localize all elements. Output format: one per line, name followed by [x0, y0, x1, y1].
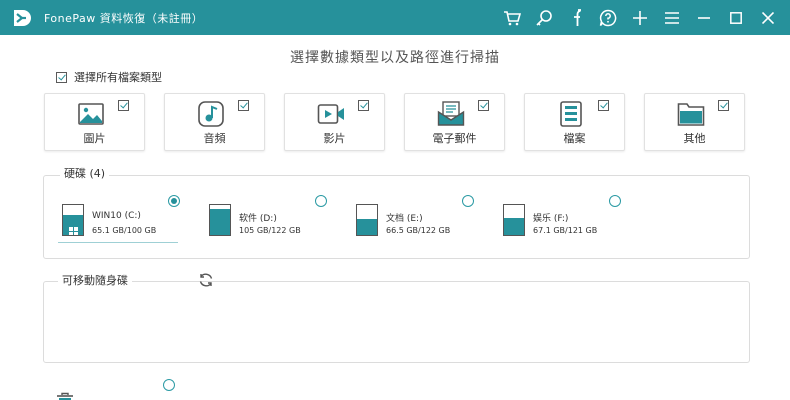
drive-radio[interactable] — [462, 195, 474, 207]
file-type-checkbox[interactable] — [238, 100, 249, 111]
drive-usage-fill — [210, 209, 230, 235]
drive-name: 文档 (E:) — [386, 214, 423, 224]
drive-item-d[interactable]: 软件 (D:) 105 GB/122 GB — [209, 195, 345, 242]
drive-size: 66.5 GB/122 GB — [386, 226, 451, 235]
facebook-icon[interactable] — [560, 0, 592, 35]
fonepaw-logo-icon — [14, 10, 31, 26]
checkbox-icon[interactable] — [56, 71, 67, 83]
drive-size: 105 GB/122 GB — [239, 226, 301, 235]
hard-drive-title: 硬碟 (4) — [60, 165, 110, 181]
menu-icon[interactable] — [656, 0, 688, 35]
hard-drive-icon — [356, 204, 378, 236]
select-all-label: 選擇所有檔案類型 — [74, 71, 162, 84]
page-title: 選擇數據類型以及路徑進行掃描 — [290, 50, 500, 66]
file-type-label: 音頻 — [203, 132, 226, 145]
file-type-card-images[interactable]: 圖片 — [44, 93, 145, 151]
file-type-card-documents[interactable]: 檔案 — [524, 93, 625, 151]
title-bar: FonePaw 資料恢復（未註冊） — [0, 0, 790, 35]
windows-icon — [69, 227, 78, 235]
titlebar-icon-group — [496, 0, 784, 35]
drive-item-c[interactable]: WIN10 (C:) 65.1 GB/100 GB — [62, 195, 198, 242]
help-icon[interactable] — [592, 0, 624, 35]
drive-usage-fill — [357, 218, 377, 235]
image-icon — [78, 103, 104, 125]
maximize-icon[interactable] — [720, 0, 752, 35]
plus-icon[interactable] — [624, 0, 656, 35]
file-type-label: 電子郵件 — [432, 132, 477, 145]
file-type-label: 其他 — [683, 132, 706, 145]
refresh-icon[interactable] — [198, 272, 214, 288]
drive-name: 软件 (D:) — [239, 214, 277, 224]
drive-radio[interactable] — [609, 195, 621, 207]
file-type-card-video[interactable]: 影片 — [284, 93, 385, 151]
removable-drive-title: 可移動隨身碟 — [58, 272, 132, 288]
music-icon — [198, 101, 224, 127]
drive-item-e[interactable]: 文档 (E:) 66.5 GB/122 GB — [356, 195, 492, 242]
minimize-icon[interactable] — [688, 0, 720, 35]
hard-drive-icon — [62, 204, 84, 236]
hard-drive-icon — [503, 204, 525, 236]
drive-usage-fill — [504, 218, 524, 235]
drive-radio[interactable] — [315, 195, 327, 207]
drive-item-f[interactable]: 娱乐 (F:) 67.1 GB/121 GB — [503, 195, 639, 242]
file-type-checkbox[interactable] — [118, 100, 129, 111]
cart-icon[interactable] — [496, 0, 528, 35]
select-all-checkbox[interactable]: 選擇所有檔案類型 — [56, 69, 162, 85]
app-title: FonePaw 資料恢復（未註冊） — [44, 12, 204, 25]
recycle-bin-radio[interactable] — [163, 379, 175, 391]
key-icon[interactable] — [528, 0, 560, 35]
folder-icon — [677, 103, 705, 126]
drive-size: 65.1 GB/100 GB — [92, 226, 157, 235]
file-type-checkbox[interactable] — [358, 100, 369, 111]
file-type-checkbox[interactable] — [598, 100, 609, 111]
trash-icon — [57, 392, 73, 400]
close-icon[interactable] — [752, 0, 784, 35]
file-type-card-other[interactable]: 其他 — [644, 93, 745, 151]
file-type-label: 圖片 — [83, 132, 106, 145]
file-type-checkbox[interactable] — [478, 100, 489, 111]
document-icon — [560, 101, 582, 127]
drive-radio[interactable] — [168, 195, 180, 207]
file-type-card-audio[interactable]: 音頻 — [164, 93, 265, 151]
file-type-label: 檔案 — [563, 132, 586, 145]
removable-drive-panel — [43, 281, 750, 363]
drive-name: WIN10 (C:) — [92, 211, 141, 221]
file-type-checkbox[interactable] — [718, 100, 729, 111]
video-icon — [317, 104, 344, 124]
hard-drive-icon — [209, 204, 231, 236]
selected-drive-underline — [58, 242, 178, 243]
email-icon — [437, 101, 465, 126]
drive-name: 娱乐 (F:) — [533, 214, 569, 224]
file-type-card-email[interactable]: 電子郵件 — [404, 93, 505, 151]
drive-size: 67.1 GB/121 GB — [533, 226, 598, 235]
file-type-label: 影片 — [323, 132, 346, 145]
